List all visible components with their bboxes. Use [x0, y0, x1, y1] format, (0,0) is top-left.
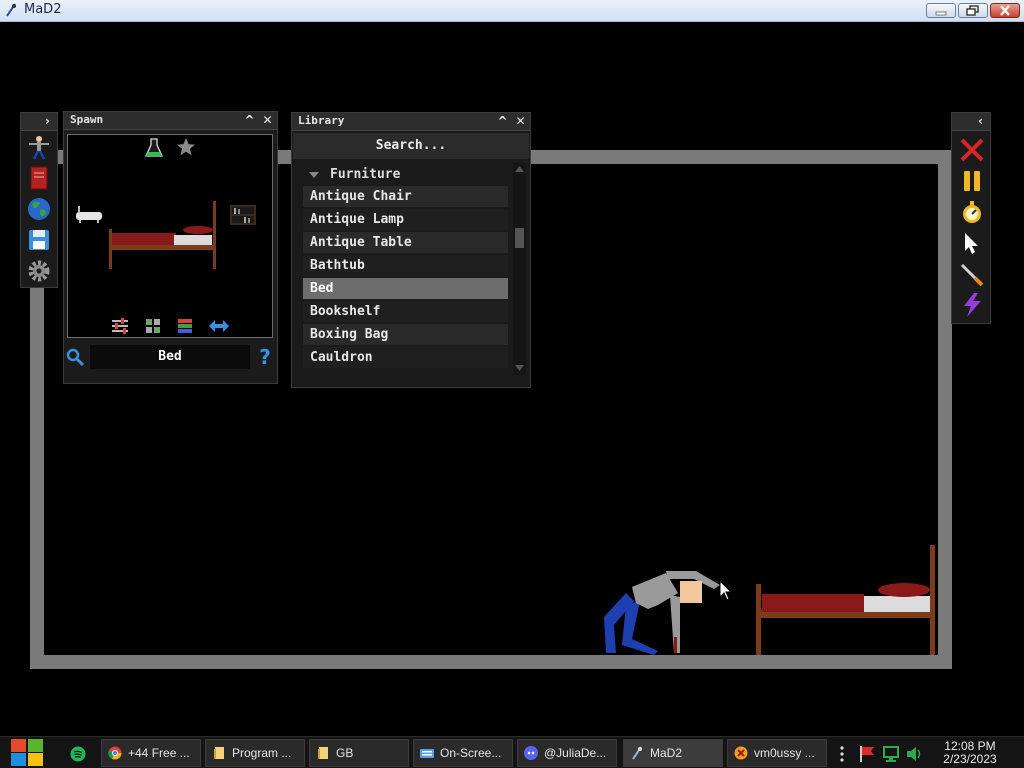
globe-icon[interactable] [26, 196, 52, 222]
collapse-library-button[interactable]: ^ [495, 114, 510, 129]
minimize-button[interactable] [926, 3, 956, 18]
taskbar-button-discord[interactable]: @JuliaDe... [517, 739, 617, 767]
lightning-icon[interactable] [959, 292, 985, 318]
chevron-down-icon [309, 172, 319, 178]
bathtub-thumbnail[interactable] [74, 203, 104, 225]
gear-icon[interactable] [26, 258, 52, 284]
collapse-spawn-button[interactable]: ^ [242, 113, 257, 128]
bed-thumbnail[interactable] [108, 201, 220, 271]
pause-icon[interactable] [959, 168, 985, 194]
close-window-button[interactable] [990, 3, 1020, 18]
library-panel-title: Library [298, 114, 345, 127]
ragdoll-icon[interactable] [26, 134, 52, 160]
spawn-panel-title: Spawn [70, 113, 104, 126]
close-spawn-button[interactable]: ✕ [260, 113, 275, 128]
folder-icon [318, 747, 328, 759]
library-item-bookshelf[interactable]: Bookshelf [303, 301, 508, 322]
help-icon[interactable]: ? [256, 346, 274, 368]
scroll-up-icon[interactable] [515, 165, 524, 173]
taskbar-button-gb[interactable]: GB [309, 739, 409, 767]
ragdoll-character[interactable] [596, 565, 726, 657]
window-title-bar: MaD2 [0, 0, 1024, 22]
mad2-app-icon [6, 3, 16, 17]
timer-icon[interactable] [959, 199, 985, 225]
taskbar-button-label: +44 Free ... [128, 746, 190, 760]
more-icon[interactable] [838, 745, 846, 763]
taskbar-button-label: MaD2 [650, 746, 683, 760]
category-label: Furniture [330, 167, 401, 182]
library-item-bed[interactable]: Bed [303, 278, 508, 299]
flip-arrows-icon[interactable] [208, 319, 230, 333]
maximize-button[interactable] [958, 3, 988, 18]
taskbar-button-label: vm0ussy ... [754, 746, 815, 760]
mouse-cursor-icon [719, 580, 733, 601]
expand-toolbar-button[interactable]: › [40, 114, 55, 129]
bed-object[interactable] [750, 540, 940, 656]
chrome-icon [108, 746, 122, 760]
library-item-boxing-bag[interactable]: Boxing Bag [303, 324, 508, 345]
star-icon[interactable] [176, 137, 196, 157]
volume-icon[interactable] [905, 745, 923, 763]
save-icon[interactable] [26, 227, 52, 253]
selected-item-name: Bed [90, 345, 250, 369]
sliders-icon[interactable] [111, 318, 129, 334]
library-item-bathtub[interactable]: Bathtub [303, 255, 508, 276]
taskbar-button-program-files[interactable]: Program ... [205, 739, 305, 767]
expand-right-toolbar-button[interactable]: ‹ [973, 114, 988, 129]
delete-icon[interactable] [959, 137, 985, 163]
spotify-icon[interactable] [70, 746, 86, 762]
taskbar-button-vm[interactable]: vm0ussy ... [727, 739, 827, 767]
system-clock[interactable]: 12:08 PM 2/23/2023 [930, 740, 1010, 766]
clock-date: 2/23/2023 [943, 752, 997, 766]
search-icon[interactable] [66, 348, 84, 366]
right-toolbar: ‹ [951, 112, 991, 324]
taskbar: +44 Free ... Program ... GB On-Scree... … [0, 736, 1024, 768]
taskbar-button-label: On-Scree... [440, 746, 502, 760]
layers-icon[interactable] [177, 318, 193, 334]
library-scrollbar-thumb[interactable] [515, 228, 524, 248]
app-icon [734, 746, 748, 760]
right-toolbar-header: ‹ [952, 113, 990, 131]
spawn-preview-area [67, 134, 273, 338]
taskbar-button-on-screen-keyboard[interactable]: On-Scree... [413, 739, 513, 767]
library-scrollbar[interactable] [513, 163, 526, 375]
discord-icon [524, 746, 538, 760]
left-toolbar: › [20, 112, 58, 288]
folder-icon [214, 747, 224, 759]
start-menu-icon[interactable] [10, 738, 44, 767]
window-title: MaD2 [24, 2, 62, 17]
bookshelf-thumbnail[interactable] [230, 205, 256, 225]
grid-icon[interactable] [145, 318, 161, 334]
mad2-icon [632, 746, 642, 760]
library-item-cauldron[interactable]: Cauldron [303, 347, 508, 368]
library-item-antique-lamp[interactable]: Antique Lamp [303, 209, 508, 230]
taskbar-button-label: GB [336, 746, 354, 760]
cursor-icon[interactable] [959, 230, 985, 256]
book-icon[interactable] [26, 165, 52, 191]
taskbar-button-label: @JuliaDe... [544, 746, 607, 760]
library-item-antique-table[interactable]: Antique Table [303, 232, 508, 253]
flag-icon[interactable] [858, 745, 876, 763]
taskbar-button-chrome[interactable]: +44 Free ... [101, 739, 201, 767]
library-search-field[interactable]: Search... [293, 133, 529, 159]
spawn-panel-header: Spawn ^ ✕ [64, 112, 277, 130]
library-panel-header: Library ^ ✕ [292, 113, 530, 131]
taskbar-button-label: Program ... [232, 746, 292, 760]
taskbar-button-mad2[interactable]: MaD2 [623, 739, 723, 767]
flask-icon[interactable] [144, 137, 164, 159]
category-furniture[interactable]: Furniture [303, 165, 508, 185]
left-toolbar-header: › [21, 113, 57, 131]
keyboard-icon [420, 749, 434, 758]
network-icon[interactable] [882, 745, 900, 763]
library-item-list: Furniture Antique Chair Antique Lamp Ant… [293, 162, 511, 374]
knife-icon[interactable] [959, 261, 985, 287]
scroll-down-icon[interactable] [515, 364, 524, 372]
close-library-button[interactable]: ✕ [513, 114, 528, 129]
library-item-antique-chair[interactable]: Antique Chair [303, 186, 508, 207]
